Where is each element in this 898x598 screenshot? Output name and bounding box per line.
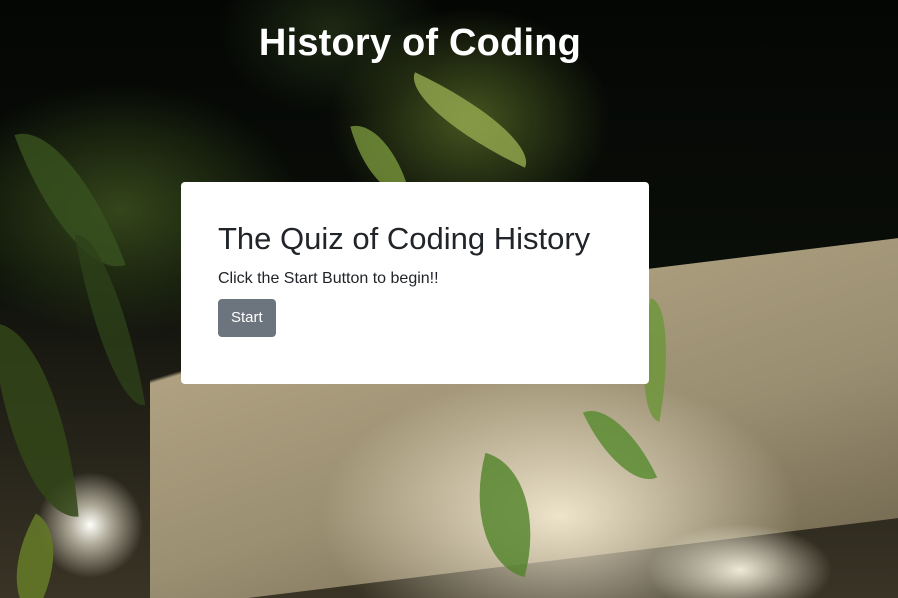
start-button[interactable]: Start	[218, 299, 276, 337]
page-title: History of Coding	[258, 22, 582, 64]
quiz-card: The Quiz of Coding History Click the Sta…	[181, 182, 649, 384]
quiz-title: The Quiz of Coding History	[218, 221, 591, 256]
background-lamp-glow-bottom	[640, 520, 840, 598]
quiz-instruction: Click the Start Button to begin!!	[218, 270, 439, 288]
